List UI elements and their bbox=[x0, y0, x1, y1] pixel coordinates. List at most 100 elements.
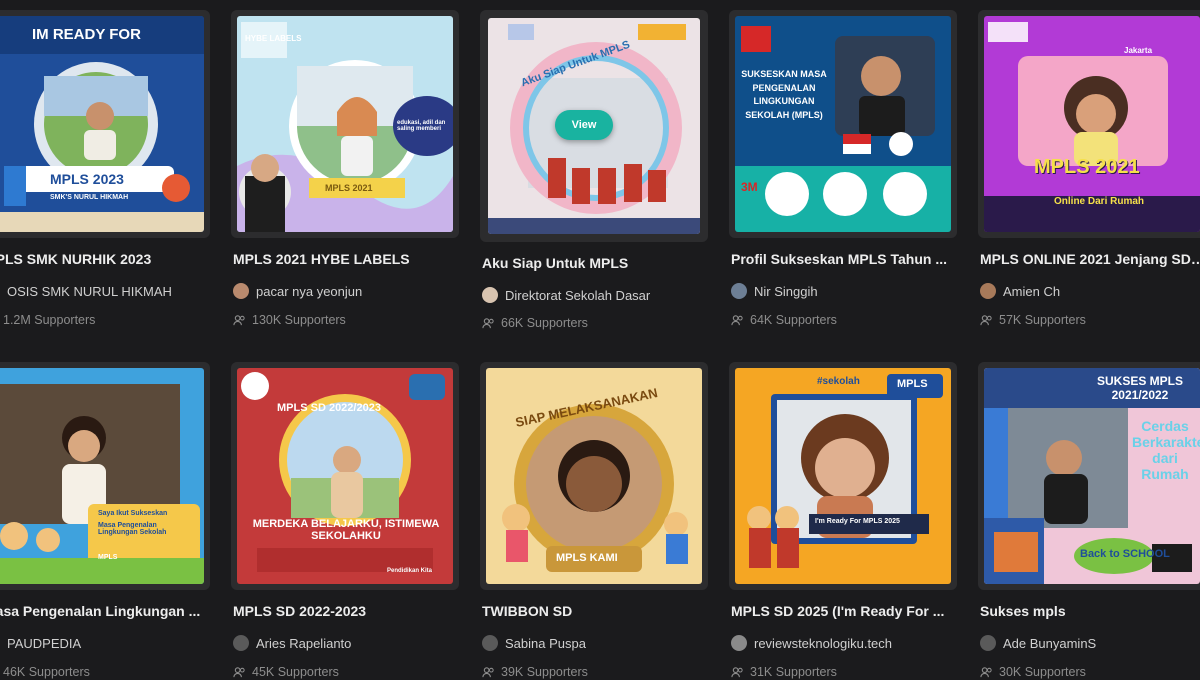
campaign-title[interactable]: MPLS SD 2025 (I'm Ready For ... bbox=[731, 603, 957, 619]
supporters-label: 30K Supporters bbox=[999, 665, 1086, 679]
owner-avatar bbox=[233, 635, 249, 651]
thumbnail-headline: Jakarta bbox=[1124, 46, 1153, 55]
supporters-label: 130K Supporters bbox=[252, 313, 346, 327]
campaign-thumbnail[interactable]: #sekolah I'm Ready For MPLS 2025 MPLS bbox=[735, 368, 951, 584]
campaign-title[interactable]: Masa Pengenalan Lingkungan ... bbox=[0, 603, 210, 619]
thumbnail-headline: MPLS SD 2022/2023 bbox=[277, 402, 381, 414]
campaign-owner[interactable]: OSIS SMK NURUL HIKMAH bbox=[0, 282, 210, 300]
campaign-thumbnail-frame[interactable]: SUKSESKAN MASA PENGENALAN LINGKUNGAN SEK… bbox=[729, 10, 957, 238]
campaign-owner[interactable]: Ade BunyaminS bbox=[980, 634, 1200, 652]
campaign-thumbnail-frame[interactable]: #sekolah I'm Ready For MPLS 2025 MPLS bbox=[729, 362, 957, 590]
campaign-title[interactable]: MPLS SMK NURHIK 2023 bbox=[0, 251, 210, 267]
thumbnail-headline: Saya Ikut Sukseskan bbox=[98, 510, 168, 517]
campaign-thumbnail-frame[interactable]: SUKSES MPLS 2021/2022 Cerdas Berkarakter… bbox=[978, 362, 1200, 590]
campaign-thumbnail[interactable]: SIAP MELAKSANAKAN MPLS KAMI bbox=[486, 368, 702, 584]
owner-name[interactable]: Amien Ch bbox=[1003, 284, 1060, 299]
campaign-title[interactable]: MPLS 2021 HYBE LABELS bbox=[233, 251, 459, 267]
supporters-count: 64K Supporters bbox=[731, 312, 957, 328]
supporters-count: 1.2M Supporters bbox=[0, 312, 210, 328]
users-icon bbox=[233, 314, 245, 325]
campaign-thumbnail[interactable]: MPLS SD 2022/2023 MERDEKA BELAJARKU, IST… bbox=[237, 368, 453, 584]
supporters-count: 31K Supporters bbox=[731, 664, 957, 680]
thumbnail-headline: IM READY FOR bbox=[32, 26, 141, 43]
campaign-thumbnail[interactable]: IM READY FOR MPLS 2023 SMK'S NURUL HIKMA… bbox=[0, 16, 204, 232]
campaign-thumbnail[interactable]: SUKSES MPLS 2021/2022 Cerdas Berkarakter… bbox=[984, 368, 1200, 584]
campaign-thumbnail[interactable]: Aku Siap Untuk MPLS View bbox=[488, 18, 700, 234]
thumbnail-subtext: Pendidikan Kita bbox=[387, 568, 433, 574]
campaign-grid: IM READY FOR MPLS 2023 SMK'S NURUL HIKMA… bbox=[0, 0, 1200, 679]
supporters-label: 45K Supporters bbox=[252, 665, 339, 679]
supporters-count: 30K Supporters bbox=[980, 664, 1200, 680]
thumbnail-main-text: I'm Ready For MPLS 2025 bbox=[815, 518, 900, 525]
owner-avatar bbox=[482, 287, 498, 303]
campaign-thumbnail[interactable]: Jakarta MPLS 2021 Online Dari Rumah bbox=[984, 16, 1200, 232]
campaign-owner[interactable]: Sabina Puspa bbox=[482, 634, 708, 652]
owner-avatar bbox=[233, 283, 249, 299]
twibbon-frame-image bbox=[735, 368, 951, 584]
campaign-thumbnail-frame[interactable]: Saya Ikut Sukseskan Masa Pengenalan Ling… bbox=[0, 362, 210, 590]
campaign-owner[interactable]: Direktorat Sekolah Dasar bbox=[482, 286, 708, 304]
campaign-title[interactable]: TWIBBON SD bbox=[482, 603, 708, 619]
campaign-owner[interactable]: Nir Singgih bbox=[731, 282, 957, 300]
thumbnail-subtext: SMK'S NURUL HIKMAH bbox=[50, 194, 129, 201]
campaign-owner[interactable]: PAUDPEDIA bbox=[0, 634, 210, 652]
campaign-owner[interactable]: reviewsteknologiku.tech bbox=[731, 634, 957, 652]
thumbnail-subtext: edukasi, adil dan saling memberi bbox=[397, 120, 446, 132]
supporters-label: 39K Supporters bbox=[501, 665, 588, 679]
supporters-count: 57K Supporters bbox=[980, 312, 1200, 328]
campaign-title[interactable]: MPLS SD 2022-2023 bbox=[233, 603, 459, 619]
supporters-label: 1.2M Supporters bbox=[3, 313, 96, 327]
owner-avatar bbox=[482, 635, 498, 651]
supporters-count: 39K Supporters bbox=[482, 664, 708, 680]
users-icon bbox=[731, 666, 743, 677]
owner-name[interactable]: pacar nya yeonjun bbox=[256, 284, 362, 299]
campaign-owner[interactable]: Aries Rapelianto bbox=[233, 634, 459, 652]
users-icon bbox=[482, 317, 494, 328]
campaign-title[interactable]: Aku Siap Untuk MPLS bbox=[482, 255, 708, 271]
supporters-count: 45K Supporters bbox=[233, 664, 459, 680]
thumbnail-subtext: Back to SCHOOL bbox=[1080, 548, 1170, 560]
owner-name[interactable]: Sabina Puspa bbox=[505, 636, 586, 651]
campaign-title[interactable]: MPLS ONLINE 2021 Jenjang SD,... bbox=[980, 251, 1200, 267]
owner-avatar bbox=[980, 283, 996, 299]
owner-name[interactable]: Aries Rapelianto bbox=[256, 636, 351, 651]
owner-name[interactable]: reviewsteknologiku.tech bbox=[754, 636, 892, 651]
thumbnail-main-text: Masa Pengenalan Lingkungan Sekolah bbox=[98, 522, 167, 536]
users-icon bbox=[482, 666, 494, 677]
supporters-count: 66K Supporters bbox=[482, 315, 708, 331]
thumbnail-headline: SUKSESKAN MASA PENGENALAN LINGKUNGAN SEK… bbox=[741, 69, 827, 120]
thumbnail-main-text: MPLS 2023 bbox=[50, 171, 124, 187]
users-icon bbox=[980, 314, 992, 325]
thumbnail-headline: SUKSES MPLS 2021/2022 bbox=[1096, 374, 1183, 402]
owner-name[interactable]: Nir Singgih bbox=[754, 284, 818, 299]
campaign-thumbnail-frame[interactable]: MPLS SD 2022/2023 MERDEKA BELAJARKU, IST… bbox=[231, 362, 459, 590]
owner-name[interactable]: Ade BunyaminS bbox=[1003, 636, 1096, 651]
campaign-owner[interactable]: Amien Ch bbox=[980, 282, 1200, 300]
view-button[interactable]: View bbox=[555, 110, 613, 140]
owner-avatar bbox=[731, 635, 747, 651]
campaign-thumbnail-frame[interactable]: SIAP MELAKSANAKAN MPLS KAMI bbox=[480, 362, 708, 590]
campaign-owner[interactable]: pacar nya yeonjun bbox=[233, 282, 459, 300]
campaign-thumbnail-frame[interactable]: Jakarta MPLS 2021 Online Dari Rumah bbox=[978, 10, 1200, 238]
supporters-count: 46K Supporters bbox=[0, 664, 210, 680]
campaign-thumbnail-frame[interactable]: Aku Siap Untuk MPLS View bbox=[480, 10, 708, 242]
thumbnail-main-text: MPLS 2021 bbox=[325, 183, 373, 193]
users-icon bbox=[233, 666, 245, 677]
owner-name[interactable]: PAUDPEDIA bbox=[7, 636, 81, 651]
users-icon bbox=[980, 666, 992, 677]
campaign-thumbnail[interactable]: HYBE LABELS MPLS 2021 edukasi, adil dan … bbox=[237, 16, 453, 232]
twibbon-frame-image bbox=[735, 16, 951, 232]
campaign-title[interactable]: Sukses mpls bbox=[980, 603, 1200, 619]
users-icon bbox=[731, 314, 743, 325]
thumbnail-main-text: MPLS 2021 bbox=[1034, 156, 1140, 178]
campaign-thumbnail-frame[interactable]: HYBE LABELS MPLS 2021 edukasi, adil dan … bbox=[231, 10, 459, 238]
campaign-thumbnail[interactable]: Saya Ikut Sukseskan Masa Pengenalan Ling… bbox=[0, 368, 204, 584]
campaign-thumbnail-frame[interactable]: IM READY FOR MPLS 2023 SMK'S NURUL HIKMA… bbox=[0, 10, 210, 238]
owner-name[interactable]: OSIS SMK NURUL HIKMAH bbox=[7, 284, 172, 299]
owner-name[interactable]: Direktorat Sekolah Dasar bbox=[505, 288, 650, 303]
campaign-title[interactable]: Profil Sukseskan MPLS Tahun ... bbox=[731, 251, 957, 267]
thumbnail-subtext: MPLS bbox=[897, 378, 928, 390]
thumbnail-headline: #sekolah bbox=[817, 376, 860, 387]
campaign-thumbnail[interactable]: SUKSESKAN MASA PENGENALAN LINGKUNGAN SEK… bbox=[735, 16, 951, 232]
supporters-count: 130K Supporters bbox=[233, 312, 459, 328]
